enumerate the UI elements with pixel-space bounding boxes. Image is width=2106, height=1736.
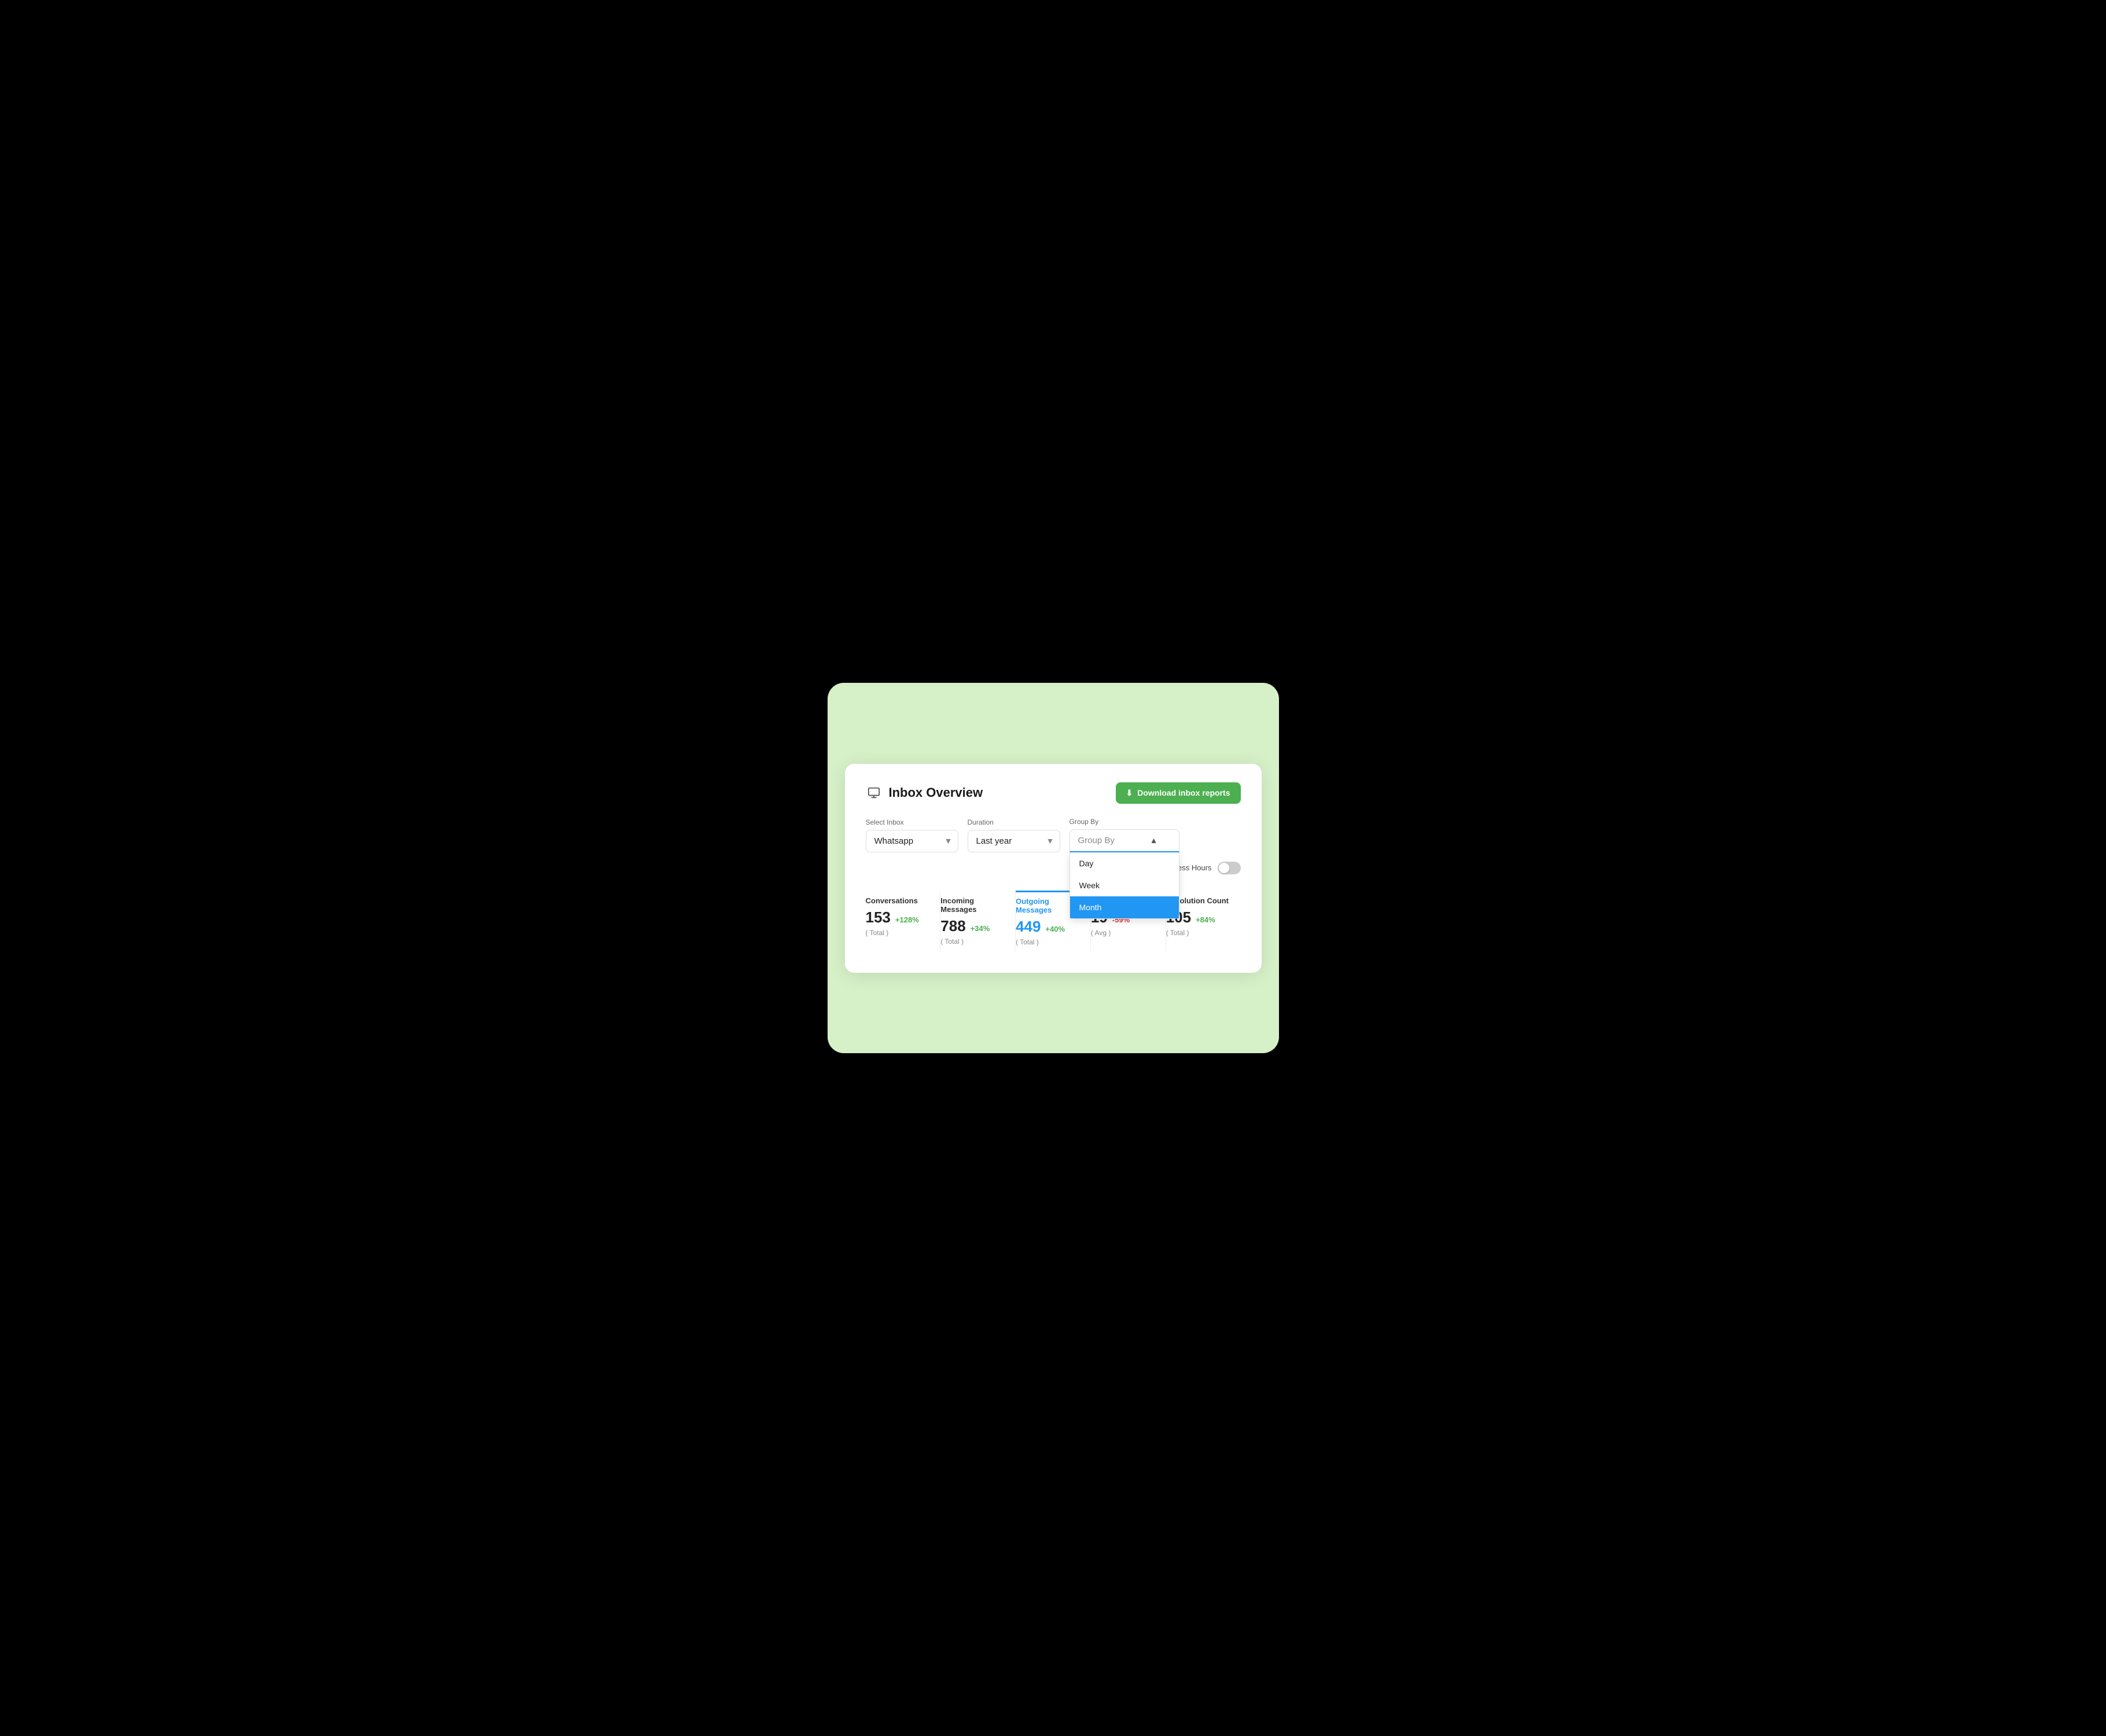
group-by-day[interactable]: Day [1070,852,1179,874]
main-card: Inbox Overview ⬇ Download inbox reports … [845,764,1262,973]
controls-row: Select Inbox Whatsapp ▼ Duration Last ye… [866,818,1241,874]
stat-sub-resolution-time: ( Avg ) [1091,929,1155,937]
select-inbox-dropdown[interactable]: Whatsapp [866,830,958,852]
duration-dropdown[interactable]: Last year [968,830,1060,852]
stat-change-outgoing: +40% [1045,925,1065,933]
group-by-month[interactable]: Month [1070,896,1179,918]
stat-sub-incoming: ( Total ) [940,937,1005,946]
business-hours-toggle[interactable] [1218,862,1241,874]
group-by-placeholder: Group By [1078,836,1115,845]
stat-sub-outgoing: ( Total ) [1016,938,1080,946]
stat-conversations: Conversations 153 +128% ( Total ) [866,891,941,952]
stat-value-row-conversations: 153 +128% [866,909,930,926]
stat-incoming: Incoming Messages 788 +34% ( Total ) [940,891,1016,952]
title-group: Inbox Overview [866,785,983,801]
stat-change-resolution-count: +84% [1196,915,1215,924]
duration-wrapper: Last year ▼ [968,830,1060,852]
stat-change-incoming: +34% [971,924,990,933]
stat-value-incoming: 788 [940,917,965,935]
toggle-knob [1219,863,1229,873]
stat-label-incoming: Incoming Messages [940,896,1005,914]
stat-value-outgoing: 449 [1016,918,1041,936]
stat-sub-resolution-count: ( Total ) [1166,929,1230,937]
duration-group: Duration Last year ▼ [968,818,1060,852]
group-by-trigger[interactable]: Group By ▲ [1069,829,1179,852]
card-header: Inbox Overview ⬇ Download inbox reports [866,782,1241,804]
group-by-group: Group By Group By ▲ Day Week Month [1069,818,1179,852]
select-inbox-wrapper: Whatsapp ▼ [866,830,958,852]
download-button[interactable]: ⬇ Download inbox reports [1116,782,1241,804]
group-by-label: Group By [1069,818,1179,826]
group-by-dropdown: Day Week Month [1069,852,1179,919]
group-by-wrapper: Group By ▲ Day Week Month [1069,829,1179,852]
stat-value-row-outgoing: 449 +40% [1016,918,1080,936]
stat-value-conversations: 153 [866,909,891,926]
chevron-up-icon: ▲ [1150,836,1158,845]
stat-value-row-incoming: 788 +34% [940,917,1005,935]
stat-change-conversations: +128% [895,915,919,924]
stat-label-conversations: Conversations [866,896,930,905]
page-title: Inbox Overview [889,785,983,800]
download-icon: ⬇ [1126,788,1133,798]
stats-row: Conversations 153 +128% ( Total ) Incomi… [866,891,1241,952]
select-inbox-label: Select Inbox [866,818,958,826]
inbox-icon [866,785,882,801]
group-by-week[interactable]: Week [1070,874,1179,896]
select-inbox-group: Select Inbox Whatsapp ▼ [866,818,958,852]
duration-label: Duration [968,818,1060,826]
stat-sub-conversations: ( Total ) [866,929,930,937]
outer-background: Inbox Overview ⬇ Download inbox reports … [828,683,1279,1053]
